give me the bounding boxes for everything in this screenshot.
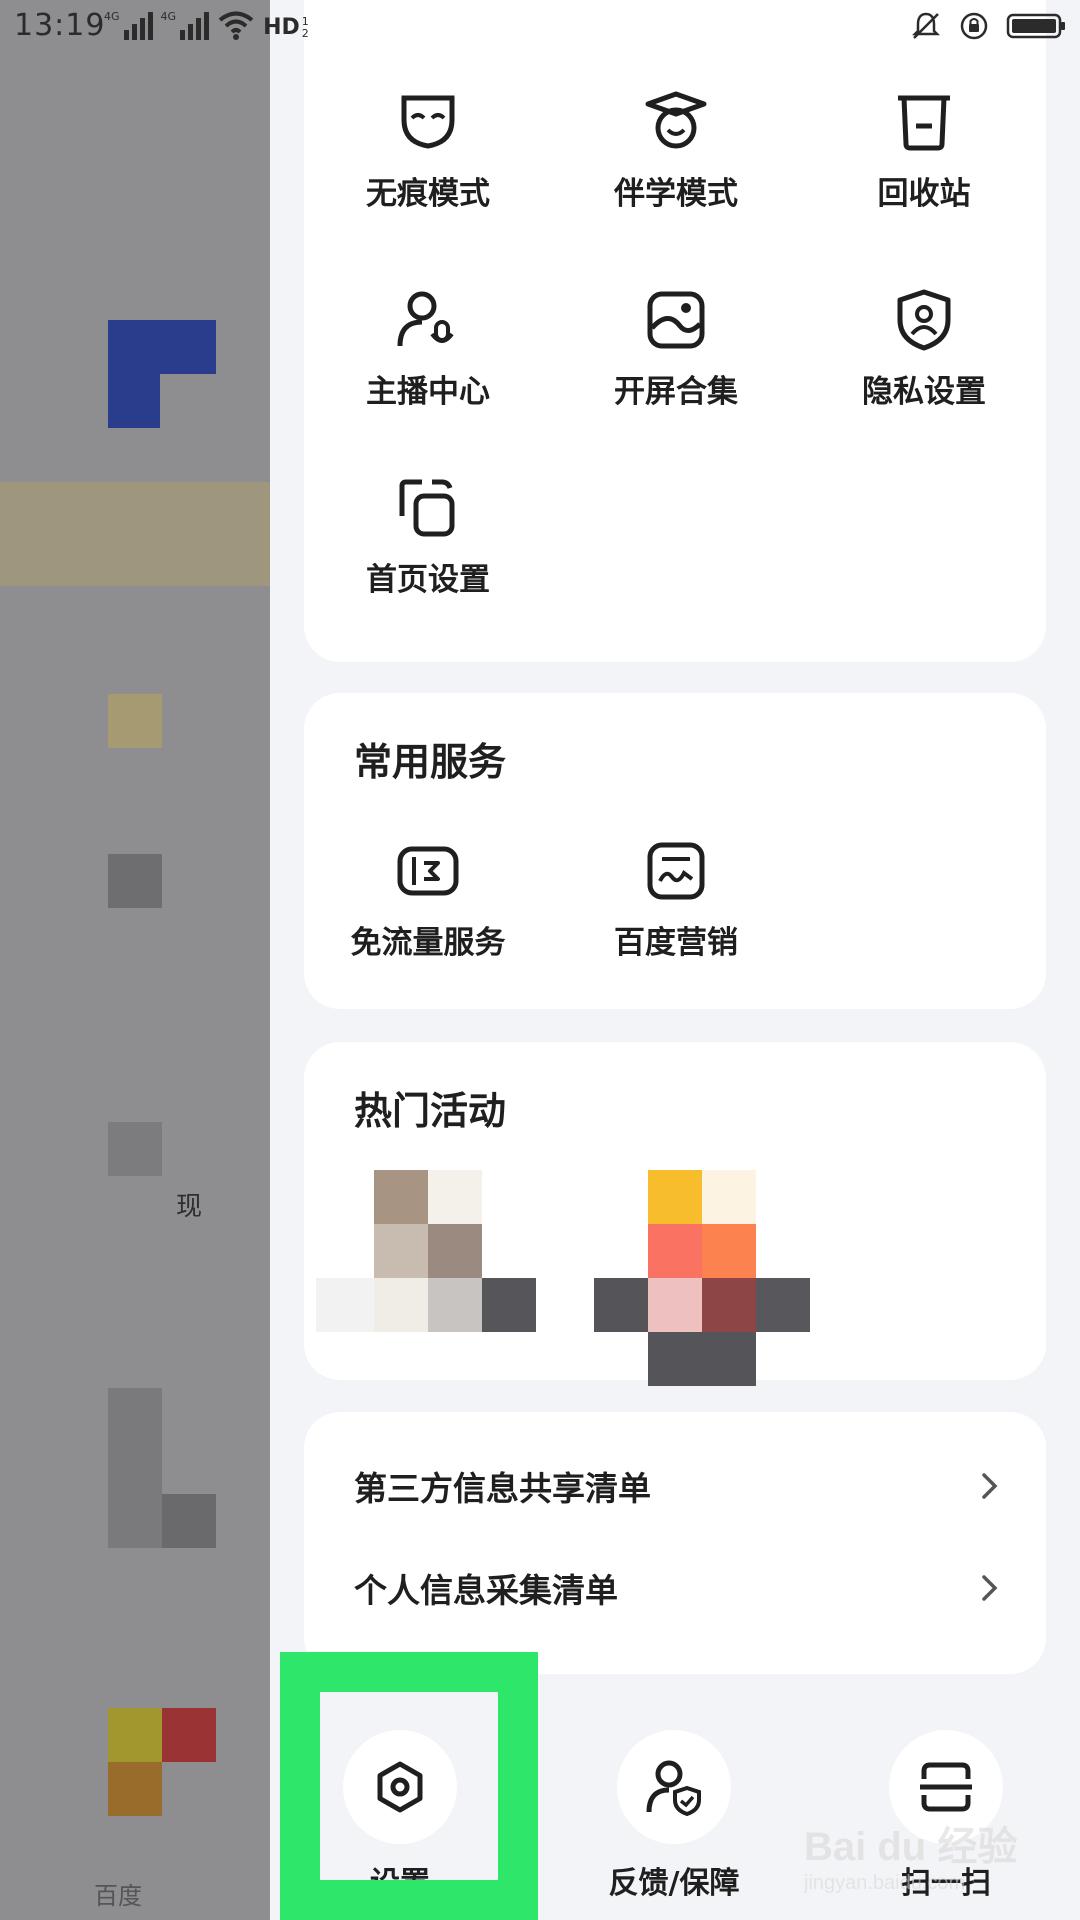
list-row-third-party-sharing[interactable]: 第三方信息共享清单 <box>354 1446 1004 1526</box>
wifi-icon <box>218 11 254 40</box>
background-app-overlay[interactable]: 现 百度 <box>0 0 270 1920</box>
data-free-icon <box>397 846 459 896</box>
side-drawer: 无痕模式 伴学模式 回收站 主播中心 开屏合集 隐私设置 首页设置 常用服务 免… <box>270 0 1080 1920</box>
tool-study-mode[interactable]: 伴学模式 <box>552 90 800 213</box>
tool-splash-collection[interactable]: 开屏合集 <box>552 288 800 411</box>
list-row-personal-info-collection[interactable]: 个人信息采集清单 <box>354 1548 1004 1628</box>
info-lists-card: 第三方信息共享清单 个人信息采集清单 <box>304 1412 1046 1674</box>
cellular-signal-icon: 4G <box>104 10 153 40</box>
event-banner[interactable] <box>316 1170 536 1370</box>
tool-label: 伴学模式 <box>614 176 738 212</box>
cellular-signal-icon: 4G <box>161 10 210 40</box>
service-label: 免流量服务 <box>350 925 506 961</box>
anchor-user-mic-icon <box>397 291 454 347</box>
mute-icon <box>911 12 941 39</box>
battery-icon <box>1006 13 1065 39</box>
image-gallery-icon <box>647 291 705 349</box>
baidu-jingyan-watermark: Bai du 经验 jingyan.baidu.com <box>804 1825 1018 1894</box>
scan-icon <box>920 1762 972 1812</box>
tool-label: 主播中心 <box>366 374 490 410</box>
background-tab-label: 百度 <box>94 1882 142 1910</box>
services-card: 常用服务 免流量服务 百度营销 <box>304 693 1046 1009</box>
dock-feedback-button[interactable]: 反馈/保障 <box>584 1730 764 1902</box>
feedback-shield-icon <box>646 1760 701 1816</box>
events-title: 热门活动 <box>354 1089 507 1133</box>
tool-home-settings[interactable]: 首页设置 <box>304 476 552 599</box>
dock-settings-button[interactable]: 设置 <box>310 1730 490 1902</box>
tool-label: 开屏合集 <box>614 374 738 410</box>
rotation-lock-icon <box>960 12 988 40</box>
list-label: 个人信息采集清单 <box>354 1571 618 1610</box>
dock-label: 设置 <box>370 1866 430 1901</box>
status-time: 13:19 <box>14 8 106 43</box>
events-card: 热门活动 <box>304 1042 1046 1386</box>
graduation-cap-icon <box>645 91 707 149</box>
event-banner[interactable] <box>592 1170 812 1390</box>
service-label: 百度营销 <box>614 925 738 961</box>
list-label: 第三方信息共享清单 <box>354 1469 651 1508</box>
hd-voice-icon: HD 12 <box>263 14 309 40</box>
trash-icon <box>898 95 950 151</box>
mask-icon <box>401 95 455 149</box>
tool-label: 首页设置 <box>366 562 490 598</box>
chevron-right-icon <box>982 1473 998 1499</box>
background-partial-text: 现 <box>176 1192 203 1222</box>
settings-hexagon-icon <box>377 1761 423 1813</box>
tool-recycle-bin[interactable]: 回收站 <box>800 90 1048 213</box>
status-bar: 13:19 4G 4G HD 12 <box>0 0 1080 56</box>
tool-incognito-mode[interactable]: 无痕模式 <box>304 90 552 213</box>
chevron-right-icon <box>982 1575 998 1601</box>
tool-label: 无痕模式 <box>366 176 490 212</box>
service-data-free[interactable]: 免流量服务 <box>304 839 552 962</box>
service-baidu-marketing[interactable]: 百度营销 <box>552 839 800 962</box>
tool-privacy-settings[interactable]: 隐私设置 <box>800 288 1048 411</box>
tools-card: 无痕模式 伴学模式 回收站 主播中心 开屏合集 隐私设置 首页设置 <box>304 0 1046 662</box>
dock-label: 反馈/保障 <box>608 1866 740 1901</box>
privacy-shield-icon <box>897 289 951 351</box>
services-title: 常用服务 <box>354 740 507 784</box>
network-indicators: 4G 4G HD 12 <box>104 10 309 40</box>
tool-label: 隐私设置 <box>862 374 986 410</box>
screen: 现 百度 13:19 4G 4G HD 1 2 无痕模式 伴学模式 回收站 主播… <box>0 0 1080 1920</box>
tool-label: 回收站 <box>877 176 971 212</box>
tool-anchor-center[interactable]: 主播中心 <box>304 288 552 411</box>
home-layout-icon <box>399 479 455 537</box>
marketing-icon <box>647 842 705 900</box>
